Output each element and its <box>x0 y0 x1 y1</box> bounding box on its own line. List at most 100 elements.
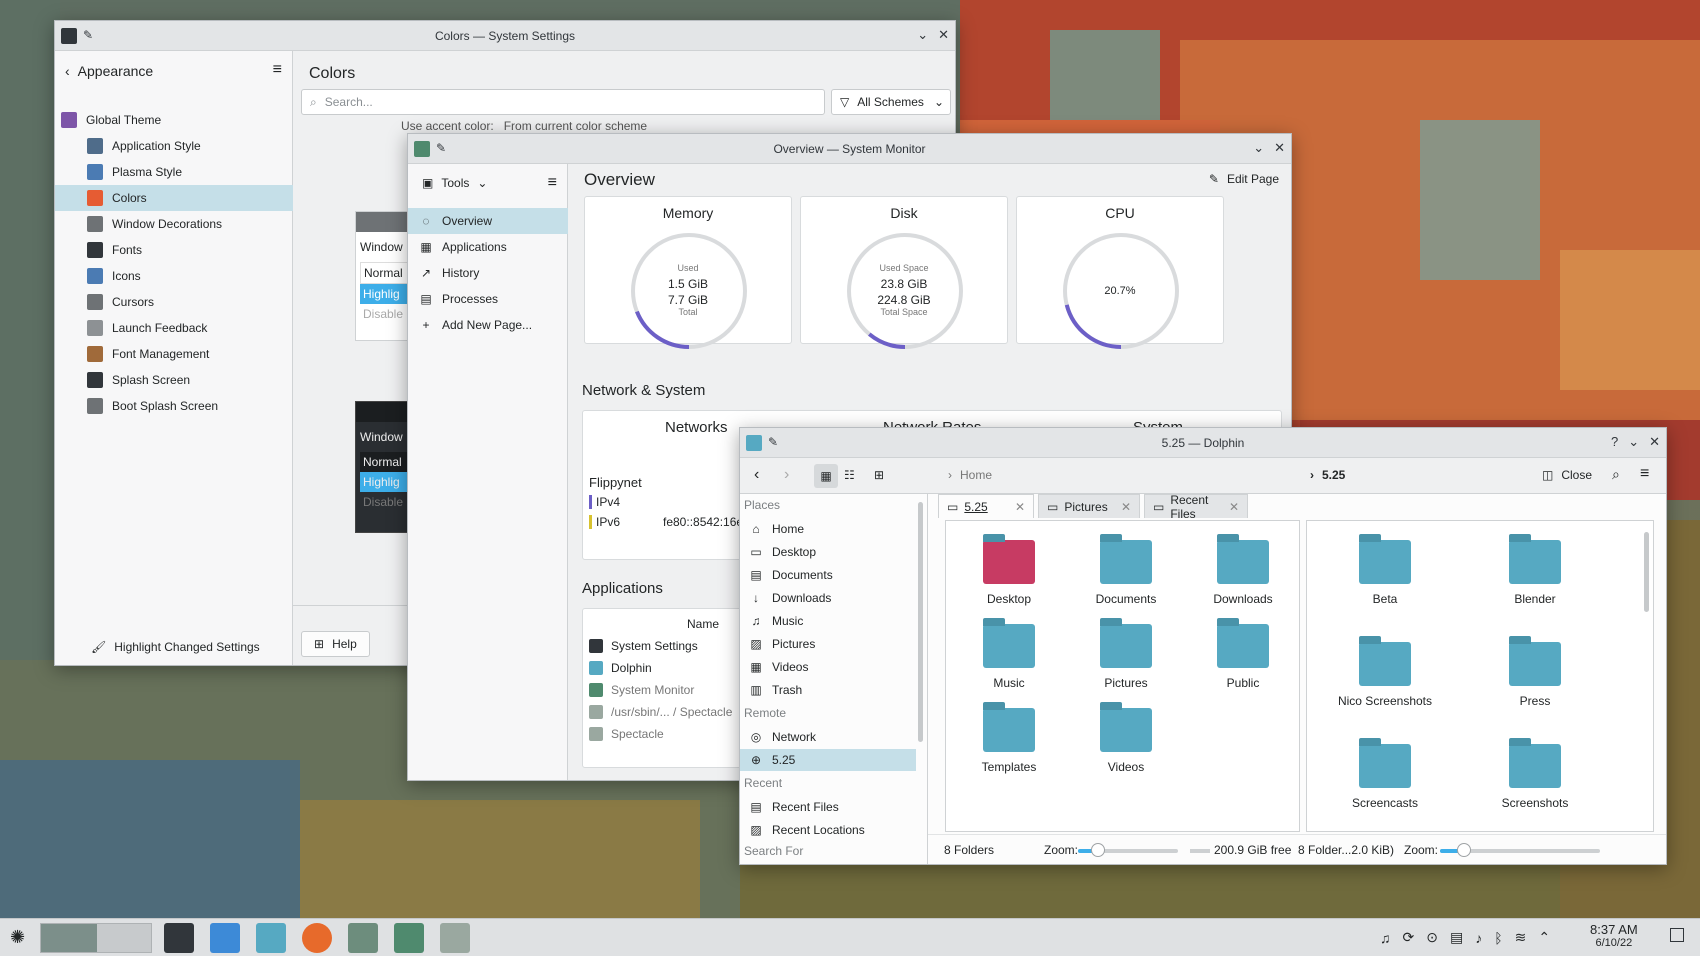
place-recent-files[interactable]: ▤ Recent Files <box>740 796 916 818</box>
place-5-25[interactable]: ⊕ 5.25 <box>740 749 916 771</box>
show-desktop-icon[interactable] <box>1670 928 1684 942</box>
breadcrumb-current[interactable]: › 5.25 <box>1310 468 1345 482</box>
tab-5-25[interactable]: ▭ 5.25 ✕ <box>938 494 1034 518</box>
folder-screencasts[interactable]: Screencasts <box>1320 734 1450 828</box>
tray-expand-icon[interactable]: ⌃ <box>1538 929 1550 946</box>
sidebar-item-global-theme[interactable]: Global Theme <box>55 107 293 133</box>
sidebar-item-boot-splash-screen[interactable]: Boot Splash Screen <box>55 393 293 419</box>
places-scrollbar[interactable] <box>918 502 923 742</box>
edit-page-button[interactable]: ✎ Edit Page <box>1209 172 1279 186</box>
folder-pictures[interactable]: Pictures <box>1071 614 1181 698</box>
settings-titlebar[interactable]: ✎ Colors — System Settings ⌄ ✕ <box>55 21 955 51</box>
dolphin-window[interactable]: ✎ 5.25 — Dolphin ? ⌄ ✕ ‹ › ▦ ☷ ⊞ › Home › 5.… <box>739 427 1667 865</box>
clipboard-icon[interactable]: ▤ <box>1450 929 1463 946</box>
place-network[interactable]: ◎ Network <box>740 726 916 748</box>
nav-item-overview[interactable]: ◌ Overview <box>408 208 568 234</box>
sidebar-item-icons[interactable]: Icons <box>55 263 293 289</box>
breadcrumb-home[interactable]: › Home <box>948 468 992 482</box>
close-tab-icon[interactable]: ✕ <box>1121 500 1131 514</box>
task-dolphin[interactable] <box>256 923 286 953</box>
wifi-icon[interactable]: ≋ <box>1515 929 1527 946</box>
app-launcher-icon[interactable]: ✺ <box>10 927 25 948</box>
details-view-icon[interactable]: ⊞ <box>874 468 884 482</box>
scheme-preview-dark[interactable]: Window Normal Highlig Disable <box>355 401 415 533</box>
search-input[interactable]: ⌕ Search... <box>301 89 825 115</box>
volume-icon[interactable]: ♪ <box>1475 930 1482 946</box>
hamburger-menu-icon[interactable]: ≡ <box>1640 465 1649 483</box>
place-videos[interactable]: ▦ Videos <box>740 656 916 678</box>
place-pictures[interactable]: ▨ Pictures <box>740 633 916 655</box>
nav-item-applications[interactable]: ▦ Applications <box>408 234 568 260</box>
nav-item-history[interactable]: ↗ History <box>408 260 568 286</box>
task-system-settings[interactable] <box>164 923 194 953</box>
cpu-card[interactable]: CPU 20.7% <box>1016 196 1224 349</box>
place-trash[interactable]: ▥ Trash <box>740 679 916 701</box>
clock[interactable]: 8:37 AM 6/10/22 <box>1590 922 1638 949</box>
task-firefox[interactable] <box>302 923 332 953</box>
accessibility-icon[interactable]: ⊙ <box>1426 929 1438 946</box>
place-music[interactable]: ♫ Music <box>740 610 916 632</box>
back-icon[interactable]: ‹ <box>754 466 759 484</box>
hamburger-menu-icon[interactable]: ≡ <box>273 61 282 79</box>
folder-public[interactable]: Public <box>1188 614 1298 698</box>
help-icon[interactable]: ? <box>1611 434 1618 450</box>
sidebar-item-splash-screen[interactable]: Splash Screen <box>55 367 293 393</box>
sidebar-item-fonts[interactable]: Fonts <box>55 237 293 263</box>
sidebar-item-plasma-style[interactable]: Plasma Style <box>55 159 293 185</box>
search-icon[interactable]: ⌕ <box>1612 466 1620 483</box>
pin-icon[interactable]: ✎ <box>768 435 778 451</box>
folder-screenshots[interactable]: Screenshots <box>1470 734 1600 828</box>
place-documents[interactable]: ▤ Documents <box>740 564 916 586</box>
app-row[interactable]: System Settings <box>589 635 698 657</box>
pin-icon[interactable]: ✎ <box>83 28 93 44</box>
folder-documents[interactable]: Documents <box>1071 530 1181 614</box>
name-column-header[interactable]: Name <box>687 617 719 631</box>
close-icon[interactable]: ✕ <box>938 27 949 43</box>
schemes-filter[interactable]: ▽ All Schemes ⌄ <box>831 89 951 115</box>
right-scrollbar[interactable] <box>1644 532 1649 612</box>
zoom-slider[interactable] <box>1078 843 1178 857</box>
hamburger-menu-icon[interactable]: ≡ <box>548 174 557 192</box>
updates-icon[interactable]: ⟳ <box>1403 929 1415 946</box>
place-home[interactable]: ⌂ Home <box>740 518 916 540</box>
folder-music[interactable]: Music <box>954 614 1064 698</box>
compact-view-icon[interactable]: ☷ <box>844 468 855 482</box>
highlight-changed-button[interactable]: 🖌 Highlight Changed Settings <box>91 635 260 659</box>
place-desktop[interactable]: ▭ Desktop <box>740 541 916 563</box>
sidebar-item-font-management[interactable]: Font Management <box>55 341 293 367</box>
minimize-icon[interactable]: ⌄ <box>1628 434 1639 450</box>
forward-icon[interactable]: › <box>784 466 789 484</box>
task-kate[interactable] <box>440 923 470 953</box>
app-row[interactable]: Spectacle <box>589 723 664 745</box>
app-row[interactable]: System Monitor <box>589 679 694 701</box>
folder-beta[interactable]: Beta <box>1320 530 1450 624</box>
sidebar-item-window-decorations[interactable]: Window Decorations <box>55 211 293 237</box>
close-icon[interactable]: ✕ <box>1649 434 1660 450</box>
tools-menu[interactable]: ▣ Tools ⌄ <box>422 176 487 190</box>
close-split-button[interactable]: ◫ Close <box>1542 468 1592 482</box>
close-icon[interactable]: ✕ <box>1274 140 1285 156</box>
pin-icon[interactable]: ✎ <box>436 141 446 157</box>
folder-blender[interactable]: Blender <box>1470 530 1600 624</box>
zoom-slider-right[interactable] <box>1440 843 1600 857</box>
task-system-monitor[interactable] <box>394 923 424 953</box>
app-row[interactable]: Dolphin <box>589 657 652 679</box>
disk-card[interactable]: Disk Used Space 23.8 GiB 224.8 GiB Total Spa… <box>800 196 1008 349</box>
notifications-icon[interactable]: ♫ <box>1380 930 1391 946</box>
folder-nico-screenshots[interactable]: Nico Screenshots <box>1320 632 1450 726</box>
tab-pictures[interactable]: ▭ Pictures ✕ <box>1038 494 1140 518</box>
scheme-preview-light[interactable]: Window Normal Highlig Disable <box>355 211 415 341</box>
sidebar-item-launch-feedback[interactable]: Launch Feedback <box>55 315 293 341</box>
place-downloads[interactable]: ↓ Downloads <box>740 587 916 609</box>
memory-card[interactable]: Memory Used 1.5 GiB 7.7 GiB Total <box>584 196 792 349</box>
sidebar-item-cursors[interactable]: Cursors <box>55 289 293 315</box>
dolphin-titlebar[interactable]: ✎ 5.25 — Dolphin ? ⌄ ✕ <box>740 428 1666 458</box>
folder-press[interactable]: Press <box>1470 632 1600 726</box>
folder-templates[interactable]: Templates <box>954 698 1064 782</box>
help-button[interactable]: ⊞ Help <box>301 631 370 657</box>
task-discover[interactable] <box>210 923 240 953</box>
pager[interactable] <box>40 923 152 953</box>
close-tab-icon[interactable]: ✕ <box>1229 500 1239 514</box>
sidebar-item-application-style[interactable]: Application Style <box>55 133 293 159</box>
folder-desktop[interactable]: Desktop <box>954 530 1064 614</box>
